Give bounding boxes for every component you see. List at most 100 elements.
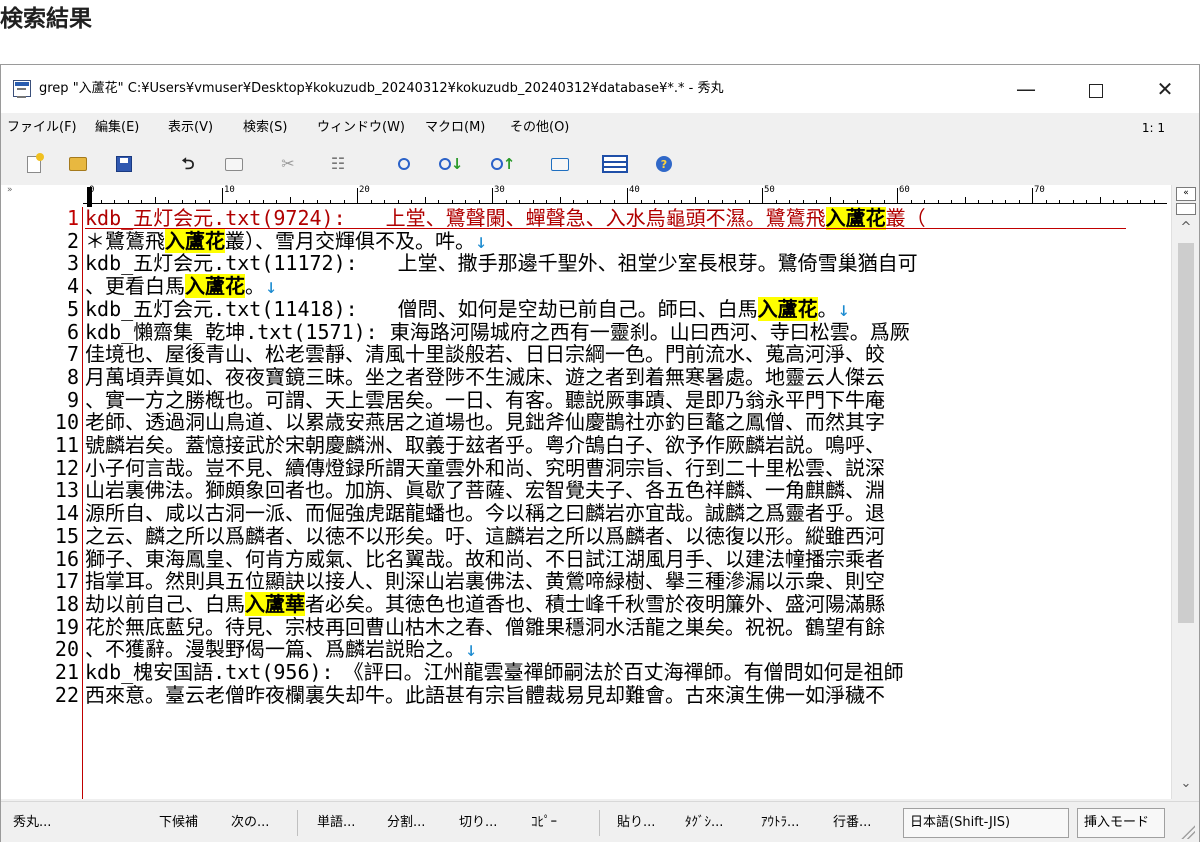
line-number[interactable]: 10 [19, 411, 79, 434]
text-line[interactable]: 、不獲辭。漫製野偈一篇、爲麟岩説貽之。↓ [85, 638, 477, 661]
text-line[interactable]: 之云、麟之所以爲麟者、以徳不以形矣。吁、這麟岩之所以爲麟者、以徳復以形。縱雖西河 [85, 524, 885, 548]
line-number[interactable]: 16 [19, 547, 79, 571]
line-number[interactable]: 19 [19, 615, 79, 639]
text-line[interactable]: 花於無底藍兒。待見、宗枝再回曹山枯木之春、僧雛果穩洞水活龍之巣矣。祝祝。鶴望有餘 [85, 614, 885, 639]
cut-button[interactable]: ✂ [277, 153, 299, 175]
scrollbar-thumb[interactable] [1178, 243, 1194, 623]
line-number[interactable]: 3 [19, 252, 79, 275]
status-prev-candidate[interactable]: 下候補 [159, 802, 198, 842]
line-number[interactable]: 12 [19, 456, 79, 480]
help-button[interactable]: ? [653, 153, 675, 175]
status-word[interactable]: 単語... [317, 802, 355, 842]
line-number[interactable]: 1 [19, 207, 79, 230]
maximize-button[interactable] [1073, 65, 1119, 113]
text-line[interactable]: kdb_五灯会元.txt(11172): 上堂、撒手那邊千聖外、祖堂少室長根芽。… [85, 252, 918, 275]
status-next[interactable]: 次の... [231, 802, 269, 842]
ruler-corner[interactable]: » [1, 185, 83, 207]
window-split-button[interactable] [599, 153, 631, 175]
text-content[interactable]: kdb_五灯会元.txt(9724): 上堂、鷺聲闌、蟬聲急、入水烏龜頭不濕。鷺… [85, 207, 1167, 799]
ruler-tick [978, 200, 979, 204]
scroll-down-button[interactable]: ⌄ [1172, 775, 1200, 793]
text-line[interactable]: 指掌耳。然則具五位顯訣以接人、則深山岩裏佛法、黄鶯啼緑樹、擧三種滲漏以示衆、則空 [85, 570, 885, 593]
open-file-button[interactable] [67, 153, 89, 175]
find-prev-button[interactable]: ↑ [487, 153, 519, 175]
text-line[interactable]: 小子何言哉。豈不見、續傳燈録所謂天童雲外和尚、究明曹洞宗旨、行到二十里松雲、説深 [85, 456, 885, 480]
text-line[interactable]: ＊鷺鷟飛入蘆花叢）、雪月交輝俱不及。吽。↓ [85, 228, 487, 253]
menu-search[interactable]: 検索(S) [243, 113, 287, 143]
ruler-label: 30 [494, 185, 505, 195]
line-number[interactable]: 14 [19, 502, 79, 525]
copy-button[interactable] [223, 153, 245, 175]
vertical-scrollbar[interactable]: « ^ ⌄ [1171, 185, 1199, 799]
text-line[interactable]: kdb_五灯会元.txt(9724): 上堂、鷺聲闌、蟬聲急、入水烏龜頭不濕。鷺… [85, 207, 1126, 230]
line-number[interactable]: 8 [19, 366, 79, 389]
status-app-name[interactable]: 秀丸... [13, 802, 51, 842]
line-number[interactable]: 17 [19, 570, 79, 593]
status-paste[interactable]: 貼り... [617, 802, 655, 842]
text-line[interactable]: 號麟岩矣。蓋憶接武於宋朝慶麟洲、取義于玆者乎。粤介鵠白子、欲予作厥麟岩説。鳴呼、 [85, 434, 885, 457]
menu-view[interactable]: 表示(V) [168, 113, 213, 143]
line-number[interactable]: 5 [19, 298, 79, 321]
app-icon[interactable] [13, 80, 31, 98]
status-insert-mode[interactable]: 挿入モード [1077, 808, 1165, 838]
text-line[interactable]: 山岩裏佛法。獅頗象回者也。加旃、眞歇了菩薩、宏智覺夫子、各五色祥麟、一角麒麟、淵 [85, 479, 885, 502]
text-line[interactable]: 佳境也、屋後青山、松老雲靜、清風十里談般若、日日宗綱一色。門前流水、蒐高河淨、皎 [85, 343, 885, 366]
undo-button[interactable]: ⮌ [177, 153, 199, 175]
find-next-button[interactable]: ↓ [435, 153, 467, 175]
menu-edit[interactable]: 編集(E) [95, 113, 139, 143]
status-line-number[interactable]: 行番... [833, 802, 871, 842]
save-button[interactable] [113, 153, 135, 175]
line-number[interactable]: 18 [19, 593, 79, 616]
text-line[interactable]: 、更看白馬入蘆花。↓ [85, 274, 277, 299]
line-number[interactable]: 4 [19, 275, 79, 298]
line-number[interactable]: 7 [19, 343, 79, 366]
status-outline[interactable]: ｱｳﾄﾗ... [761, 802, 799, 842]
text-line[interactable]: kdb_五灯会元.txt(11418): 僧問、如何是空劫已前自己。師曰、白馬入… [85, 296, 850, 321]
status-split[interactable]: 分割... [387, 802, 425, 842]
line-number[interactable]: 9 [19, 388, 79, 412]
new-file-button[interactable] [23, 152, 45, 175]
line-number[interactable]: 15 [19, 525, 79, 548]
text-line[interactable]: 獅子、東海鳳皇、何肯方威氣、比名翼哉。故和尚、不日試江湖風月手、以建法幢播宗乘者 [85, 547, 885, 571]
text-line[interactable]: 月萬頃弄眞如、夜夜寶鏡三昧。坐之者登陟不生滅床、遊之者到着無寒暑處。地靈云人傑云 [85, 366, 885, 389]
title-bar[interactable]: grep "入蘆花" C:¥Users¥vmuser¥Desktop¥kokuz… [1, 65, 1199, 113]
gutter-divider [82, 207, 83, 799]
text-line[interactable]: 、實一方之勝槪也。可謂、天上雲居矣。一日、有客。聽説厥事蹟、是即乃翁永平門下牛庵 [85, 388, 885, 412]
line-number[interactable]: 11 [19, 434, 79, 457]
tag-jump-button[interactable] [549, 153, 571, 175]
text-segment: 花於無底藍兒。待見、宗枝再回曹山枯木之春、僧雛果穩洞水活龍之巣矣。祝祝。鶴望有餘 [85, 614, 885, 639]
menu-other[interactable]: その他(O) [510, 113, 569, 143]
split-handle[interactable] [1176, 203, 1196, 215]
text-segment: 劫以前自己、白馬 [85, 591, 245, 616]
line-number[interactable]: 21 [19, 661, 79, 684]
status-copy[interactable]: ｺﾋﾟｰ [531, 802, 557, 842]
text-line[interactable]: 劫以前自己、白馬入蘆華者必矣。其徳色也道香也、積士峰千秋雪於夜明簾外、盛河陽滿縣 [85, 591, 885, 616]
scroll-up-button[interactable]: ^ [1172, 219, 1200, 237]
text-line[interactable]: kdb_懶齋集_乾坤.txt(1571): 東海路河陽城府之西有一靈刹。山曰西河… [85, 320, 910, 344]
menu-window[interactable]: ウィンドウ(W) [317, 113, 405, 143]
line-number-gutter[interactable]: 1 2 3 4 5 6 7 8 9 10 11 12 13 14 15 16 17 18 19 20 21 22 [1, 207, 83, 799]
ruler-tick [397, 200, 399, 204]
text-segment: 山岩裏佛法。獅頗象回者也。加旃、眞歇了菩薩、宏智覺夫子、各五色祥麟、一角麒麟、淵 [85, 478, 885, 503]
paste-button[interactable]: ☷ [327, 153, 349, 175]
line-number[interactable]: 20 [19, 638, 79, 661]
menu-macro[interactable]: マクロ(M) [425, 113, 485, 143]
line-number[interactable]: 6 [19, 320, 79, 344]
line-number[interactable]: 22 [19, 683, 79, 707]
text-line[interactable]: 老師、透過洞山鳥道、以累歳安燕居之道場也。見鈯斧仙慶鵲社亦釣巨鼇之鳳僧、而然其字 [85, 411, 885, 434]
line-number[interactable]: 13 [19, 479, 79, 502]
editor-pane[interactable]: » 0 10 20 30 40 50 60 70 1 2 3 4 5 6 7 8 9 10 11 12 13 14 15 1… [1, 185, 1199, 799]
text-line[interactable]: 源所自、咸以古洞一派、而倔強虎踞龍蟠也。今以稱之曰麟岩亦宜哉。誠麟之爲靈者乎。退 [85, 502, 885, 525]
text-line[interactable]: kdb_槐安国語.txt(956): 《評曰。江州龍雲臺禪師嗣法於百丈海禪師。有… [85, 661, 904, 684]
close-button[interactable]: ✕ [1142, 65, 1188, 113]
status-encoding[interactable]: 日本語(Shift-JIS) [903, 808, 1069, 838]
status-cut[interactable]: 切り... [459, 802, 497, 842]
minimize-button[interactable]: — [1003, 65, 1049, 113]
text-line[interactable]: 西來意。臺云老僧昨夜欄裏失却牛。此語甚有宗旨體裁易見却難會。古來演生佛一如淨穢不 [85, 683, 885, 707]
search-button[interactable] [393, 153, 415, 175]
status-tag-jump[interactable]: ﾀｸﾞｼ... [685, 802, 723, 842]
menu-file[interactable]: ファイル(F) [7, 113, 77, 143]
line-number[interactable]: 2 [19, 229, 79, 253]
scroll-top-button[interactable]: « [1176, 187, 1196, 201]
resize-grip[interactable] [1181, 825, 1195, 839]
